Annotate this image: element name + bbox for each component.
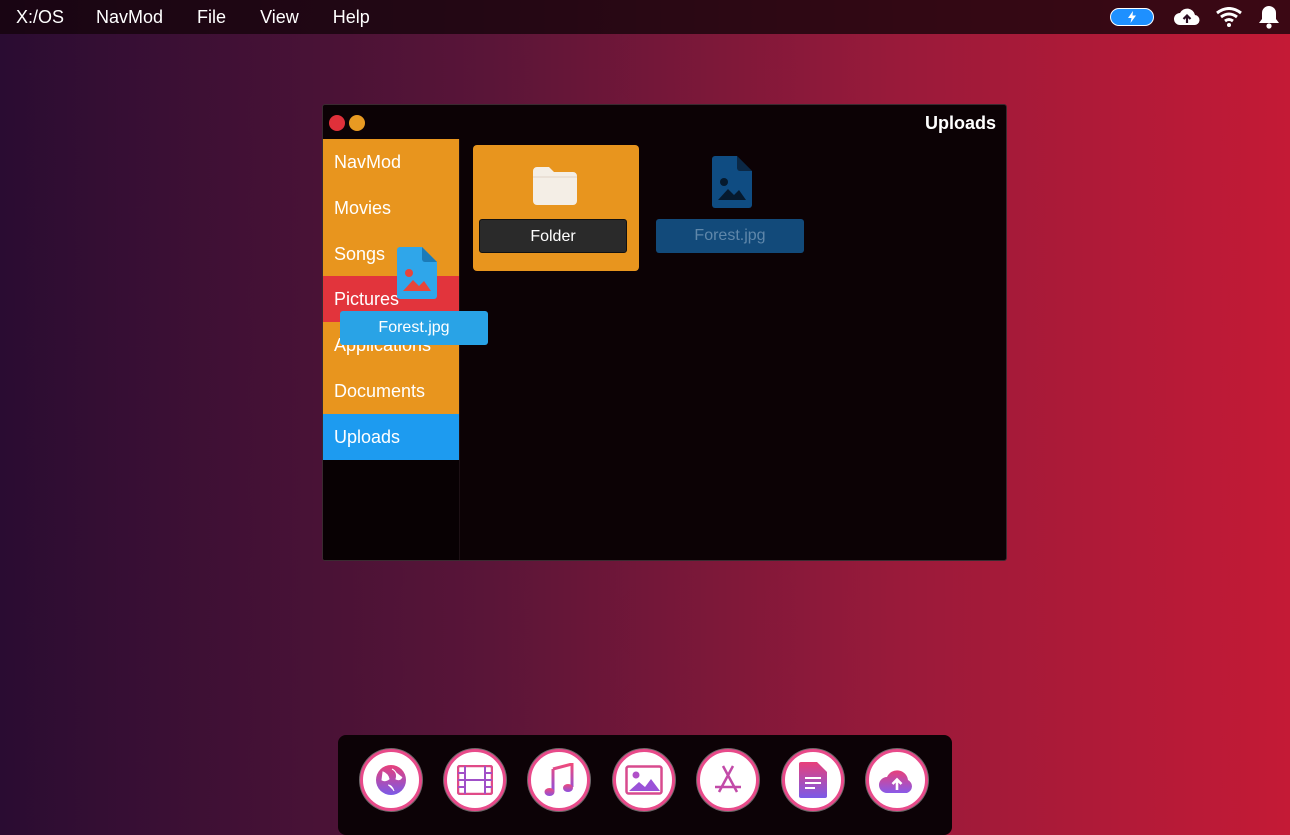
dock-movies-button[interactable]	[444, 749, 506, 811]
menu-os[interactable]: X:/OS	[16, 7, 64, 28]
battery-charging-icon[interactable]	[1110, 8, 1154, 26]
drag-ghost-label[interactable]: Forest.jpg	[340, 311, 488, 345]
close-button[interactable]	[329, 115, 345, 131]
menu-file[interactable]: File	[197, 7, 226, 28]
menu-view[interactable]: View	[260, 7, 299, 28]
menu-help[interactable]: Help	[333, 7, 370, 28]
sidebar: NavMod Movies Songs Pictures Application…	[323, 139, 460, 560]
sidebar-item-documents[interactable]: Documents	[323, 368, 459, 414]
sidebar-item-songs[interactable]: Songs	[323, 231, 459, 277]
app-store-icon	[715, 765, 741, 793]
dock-applications-button[interactable]	[697, 749, 759, 811]
dock-browser-button[interactable]	[360, 749, 422, 811]
folder-label: Folder	[479, 219, 627, 253]
film-icon	[457, 765, 493, 795]
dock-pictures-button[interactable]	[613, 749, 675, 811]
window-titlebar[interactable]: Uploads	[323, 105, 1006, 141]
music-icon	[544, 763, 574, 796]
picture-icon	[625, 765, 663, 795]
cloud-upload-icon[interactable]	[1174, 6, 1200, 28]
cloud-upload-icon	[879, 770, 912, 793]
menu-navmod[interactable]: NavMod	[96, 7, 163, 28]
menu-bar: X:/OS NavMod File View Help	[0, 0, 1290, 34]
minimize-button[interactable]	[349, 115, 365, 131]
wifi-icon[interactable]	[1216, 7, 1242, 27]
dock-documents-button[interactable]	[782, 749, 844, 811]
sidebar-item-uploads[interactable]: Uploads	[323, 414, 459, 460]
bell-icon[interactable]	[1258, 4, 1280, 30]
image-file-icon[interactable]	[712, 156, 752, 208]
sidebar-item-navmod[interactable]: NavMod	[323, 139, 459, 185]
globe-icon	[376, 765, 406, 795]
dock-songs-button[interactable]	[528, 749, 590, 811]
folder-item[interactable]: Folder	[473, 145, 639, 271]
image-file-icon[interactable]	[397, 247, 437, 299]
folder-icon	[533, 167, 577, 205]
document-icon	[799, 762, 827, 798]
sidebar-item-movies[interactable]: Movies	[323, 185, 459, 231]
file-label[interactable]: Forest.jpg	[656, 219, 804, 253]
window-title: Uploads	[924, 113, 996, 133]
dock-uploads-button[interactable]	[866, 749, 928, 811]
dock	[338, 735, 952, 835]
